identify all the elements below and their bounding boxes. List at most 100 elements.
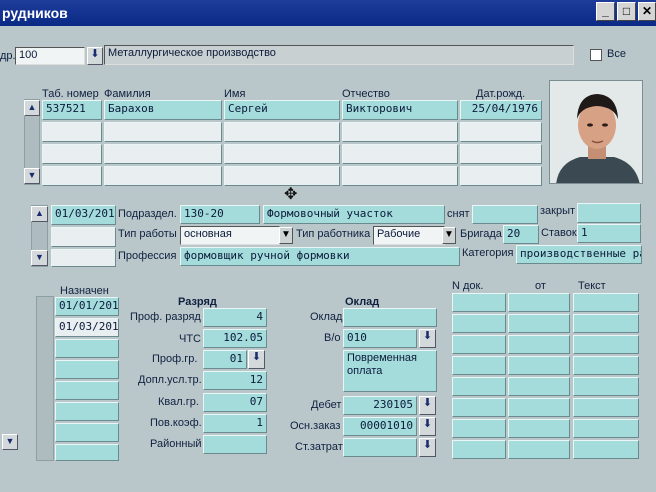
closed-cell[interactable] xyxy=(577,203,641,223)
docs-cell[interactable] xyxy=(508,377,570,396)
position-date-cell[interactable]: 01/03/2016 xyxy=(51,205,116,225)
worktype-dropdown-button[interactable]: ▼ xyxy=(279,227,293,244)
cost-cell[interactable] xyxy=(343,438,417,457)
minimize-button[interactable]: _ xyxy=(596,2,615,21)
empty-cell[interactable] xyxy=(460,166,542,186)
docs-cell[interactable] xyxy=(573,314,639,333)
tabno-cell[interactable]: 537521 xyxy=(42,100,102,120)
prof-gr-cell[interactable]: 01 xyxy=(203,350,247,369)
position-scroll-down[interactable]: ▼ xyxy=(31,250,48,266)
docs-cell[interactable] xyxy=(452,335,506,354)
empty-cell[interactable] xyxy=(51,227,116,247)
surname-cell[interactable]: Барахов xyxy=(104,100,222,120)
extra-cell[interactable]: 12 xyxy=(203,371,267,390)
debit-cell[interactable]: 230105 xyxy=(343,396,417,415)
dept-code-select-button[interactable]: ⬇ xyxy=(87,47,103,65)
docs-cell[interactable] xyxy=(508,293,570,312)
cost-select-button[interactable]: ⬇ xyxy=(419,438,436,457)
salary-label: Оклад xyxy=(310,311,343,323)
empty-cell[interactable] xyxy=(51,249,116,267)
empty-cell[interactable] xyxy=(55,444,119,461)
order-select-button[interactable]: ⬇ xyxy=(419,417,436,436)
dept-code-cell[interactable]: 130-20 xyxy=(180,205,260,224)
assigned-date-cell[interactable]: 01/01/2017 xyxy=(55,297,119,316)
docs-cell[interactable] xyxy=(452,398,506,417)
docs-cell[interactable] xyxy=(452,314,506,333)
dept-code-field[interactable]: 100 xyxy=(15,47,85,65)
name-cell[interactable]: Сергей xyxy=(224,100,340,120)
docs-cell[interactable] xyxy=(452,356,506,375)
chts-cell[interactable]: 102.05 xyxy=(203,329,267,348)
brigade-cell[interactable]: 20 xyxy=(503,225,539,244)
empty-cell[interactable] xyxy=(104,122,222,142)
docs-cell[interactable] xyxy=(573,440,639,459)
worktype-select[interactable]: основная xyxy=(180,226,280,245)
worktype-label: Тип работы xyxy=(118,228,177,240)
empty-cell[interactable] xyxy=(224,122,340,142)
empty-cell[interactable] xyxy=(55,360,119,379)
employees-scroll-down[interactable]: ▼ xyxy=(24,168,40,184)
docs-cell[interactable] xyxy=(573,356,639,375)
salary-cell[interactable] xyxy=(343,308,437,327)
category-cell[interactable]: производственные рабо xyxy=(516,245,642,264)
col-header-patronymic: Отчество xyxy=(342,88,390,100)
employees-scroll-up[interactable]: ▲ xyxy=(24,100,40,116)
empty-cell[interactable] xyxy=(224,166,340,186)
docs-cell[interactable] xyxy=(508,440,570,459)
docs-cell[interactable] xyxy=(452,377,506,396)
rates-cell[interactable]: 1 xyxy=(577,224,641,243)
code-label: др. xyxy=(0,50,16,62)
empty-cell[interactable] xyxy=(104,166,222,186)
order-cell[interactable]: 00001010 xyxy=(343,417,417,436)
empty-cell[interactable] xyxy=(55,339,119,358)
district-cell[interactable] xyxy=(203,435,267,454)
close-button[interactable]: ✕ xyxy=(638,2,656,21)
removed-cell[interactable] xyxy=(472,205,538,224)
all-checkbox[interactable] xyxy=(590,49,602,61)
empty-cell[interactable] xyxy=(42,122,102,142)
workertype-dropdown-button[interactable]: ▼ xyxy=(442,227,456,244)
debit-select-button[interactable]: ⬇ xyxy=(419,396,436,415)
empty-cell[interactable] xyxy=(460,144,542,164)
docs-cell[interactable] xyxy=(573,419,639,438)
coef-cell[interactable]: 1 xyxy=(203,414,267,433)
docs-cell[interactable] xyxy=(508,398,570,417)
empty-cell[interactable] xyxy=(342,144,458,164)
workertype-select[interactable]: Рабочие xyxy=(373,226,445,245)
profession-cell[interactable]: формовщик ручной формовки xyxy=(180,247,460,266)
vo-cell[interactable]: 010 xyxy=(343,329,417,348)
assigned-date-cell[interactable]: 01/03/2016 xyxy=(55,318,119,337)
empty-cell[interactable] xyxy=(342,122,458,142)
scroll-down-icon: ▼ xyxy=(5,436,15,446)
empty-cell[interactable] xyxy=(42,166,102,186)
docs-cell[interactable] xyxy=(452,419,506,438)
assigned-scrollbar[interactable] xyxy=(36,296,54,461)
docs-cell[interactable] xyxy=(452,293,506,312)
empty-cell[interactable] xyxy=(224,144,340,164)
docs-cell[interactable] xyxy=(573,377,639,396)
docs-cell[interactable] xyxy=(508,335,570,354)
docs-cell[interactable] xyxy=(573,293,639,312)
patronymic-cell[interactable]: Викторович xyxy=(342,100,458,120)
maximize-button[interactable]: □ xyxy=(617,2,636,21)
vo-select-button[interactable]: ⬇ xyxy=(419,329,436,348)
empty-cell[interactable] xyxy=(342,166,458,186)
empty-cell[interactable] xyxy=(55,381,119,400)
birthdate-cell[interactable]: 25/04/1976 xyxy=(460,100,542,120)
left-panel-scroll-down[interactable]: ▼ xyxy=(2,434,18,450)
empty-cell[interactable] xyxy=(104,144,222,164)
docs-cell[interactable] xyxy=(508,356,570,375)
empty-cell[interactable] xyxy=(55,423,119,442)
prof-gr-select-button[interactable]: ⬇ xyxy=(248,350,265,369)
docs-cell[interactable] xyxy=(508,314,570,333)
empty-cell[interactable] xyxy=(55,402,119,421)
empty-cell[interactable] xyxy=(460,122,542,142)
empty-cell[interactable] xyxy=(42,144,102,164)
docs-cell[interactable] xyxy=(573,335,639,354)
docs-cell[interactable] xyxy=(573,398,639,417)
position-scroll-up[interactable]: ▲ xyxy=(31,206,48,222)
prof-grade-cell[interactable]: 4 xyxy=(203,308,267,327)
docs-cell[interactable] xyxy=(508,419,570,438)
qual-cell[interactable]: 07 xyxy=(203,393,267,412)
docs-cell[interactable] xyxy=(452,440,506,459)
